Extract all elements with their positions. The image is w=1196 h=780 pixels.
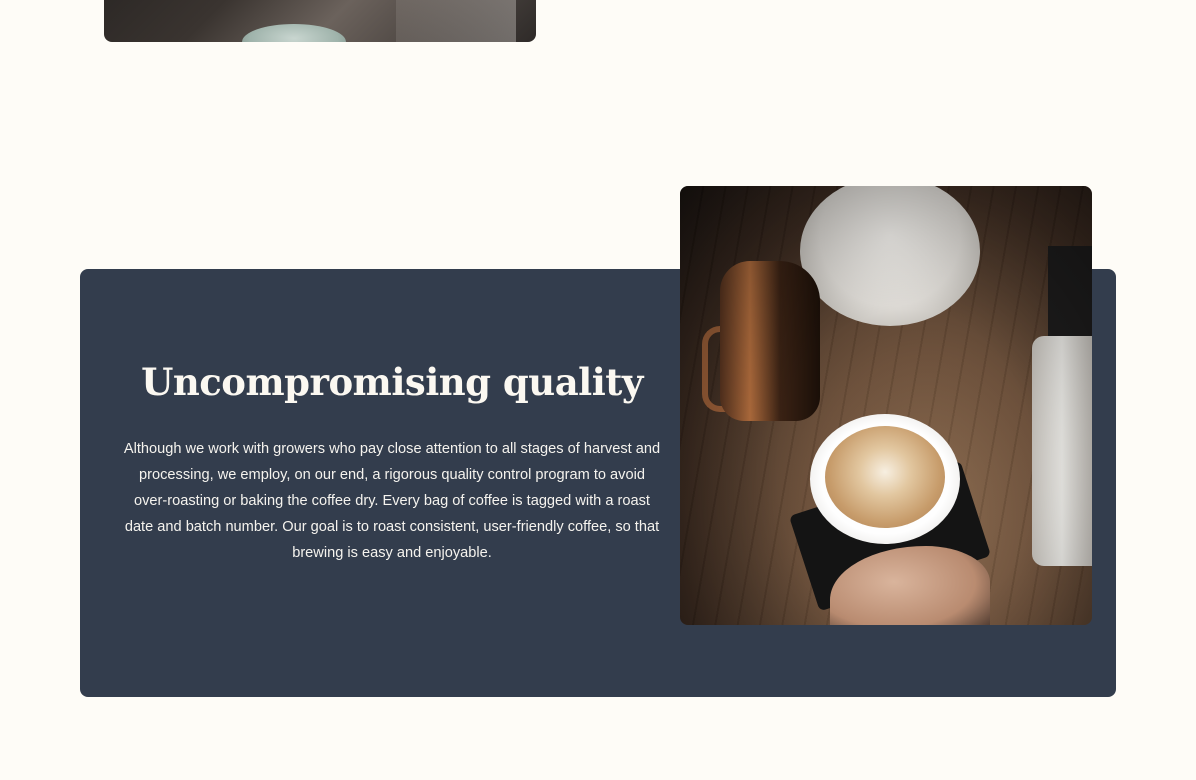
quality-description: Although we work with growers who pay cl… (123, 441, 661, 562)
photo-vignette (680, 186, 1092, 625)
latte-photo (680, 186, 1092, 625)
quality-text-block: Uncompromising quality Although we work … (122, 360, 662, 566)
previous-section-photo (104, 0, 536, 42)
photo-background-blur (396, 0, 516, 42)
quality-heading: Uncompromising quality (141, 360, 643, 404)
cup-rim-image (242, 24, 346, 42)
